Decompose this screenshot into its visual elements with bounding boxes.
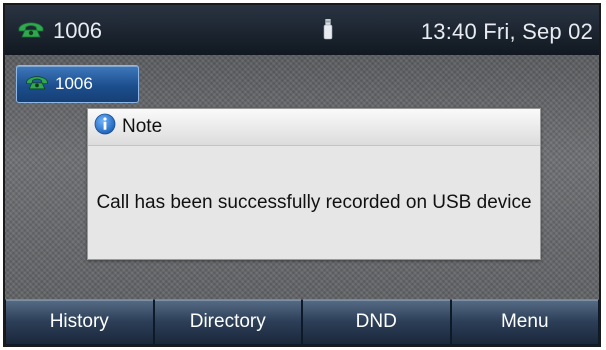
softkey-directory[interactable]: Directory: [153, 299, 302, 345]
dialog-message: Call has been successfully recorded on U…: [96, 192, 532, 213]
handset-icon: [25, 74, 49, 95]
dialog-header: Note: [88, 109, 540, 146]
status-line-number: 1006: [53, 18, 102, 43]
status-datetime: 13:40 Fri, Sep 02: [420, 19, 593, 44]
phone-screen: 1006 13:40 Fri, Sep 02 1006 Note Call ha…: [3, 3, 601, 347]
status-account: 1006: [17, 18, 102, 44]
dialog-body: Call has been successfully recorded on U…: [88, 146, 540, 260]
usb-icon: [323, 18, 333, 41]
note-dialog: Note Call has been successfully recorded…: [87, 108, 541, 260]
info-icon: [94, 113, 116, 141]
softkey-menu[interactable]: Menu: [450, 299, 599, 345]
softkey-history[interactable]: History: [5, 299, 154, 345]
line-key-label: 1006: [55, 74, 93, 93]
dialog-title: Note: [122, 116, 163, 137]
softkey-dnd[interactable]: DND: [302, 299, 451, 345]
line-key-1006[interactable]: 1006: [16, 65, 139, 103]
handset-icon: [17, 18, 45, 44]
status-bar: 1006 13:40 Fri, Sep 02: [5, 5, 599, 55]
softkey-bar: History Directory DND Menu: [5, 299, 599, 345]
